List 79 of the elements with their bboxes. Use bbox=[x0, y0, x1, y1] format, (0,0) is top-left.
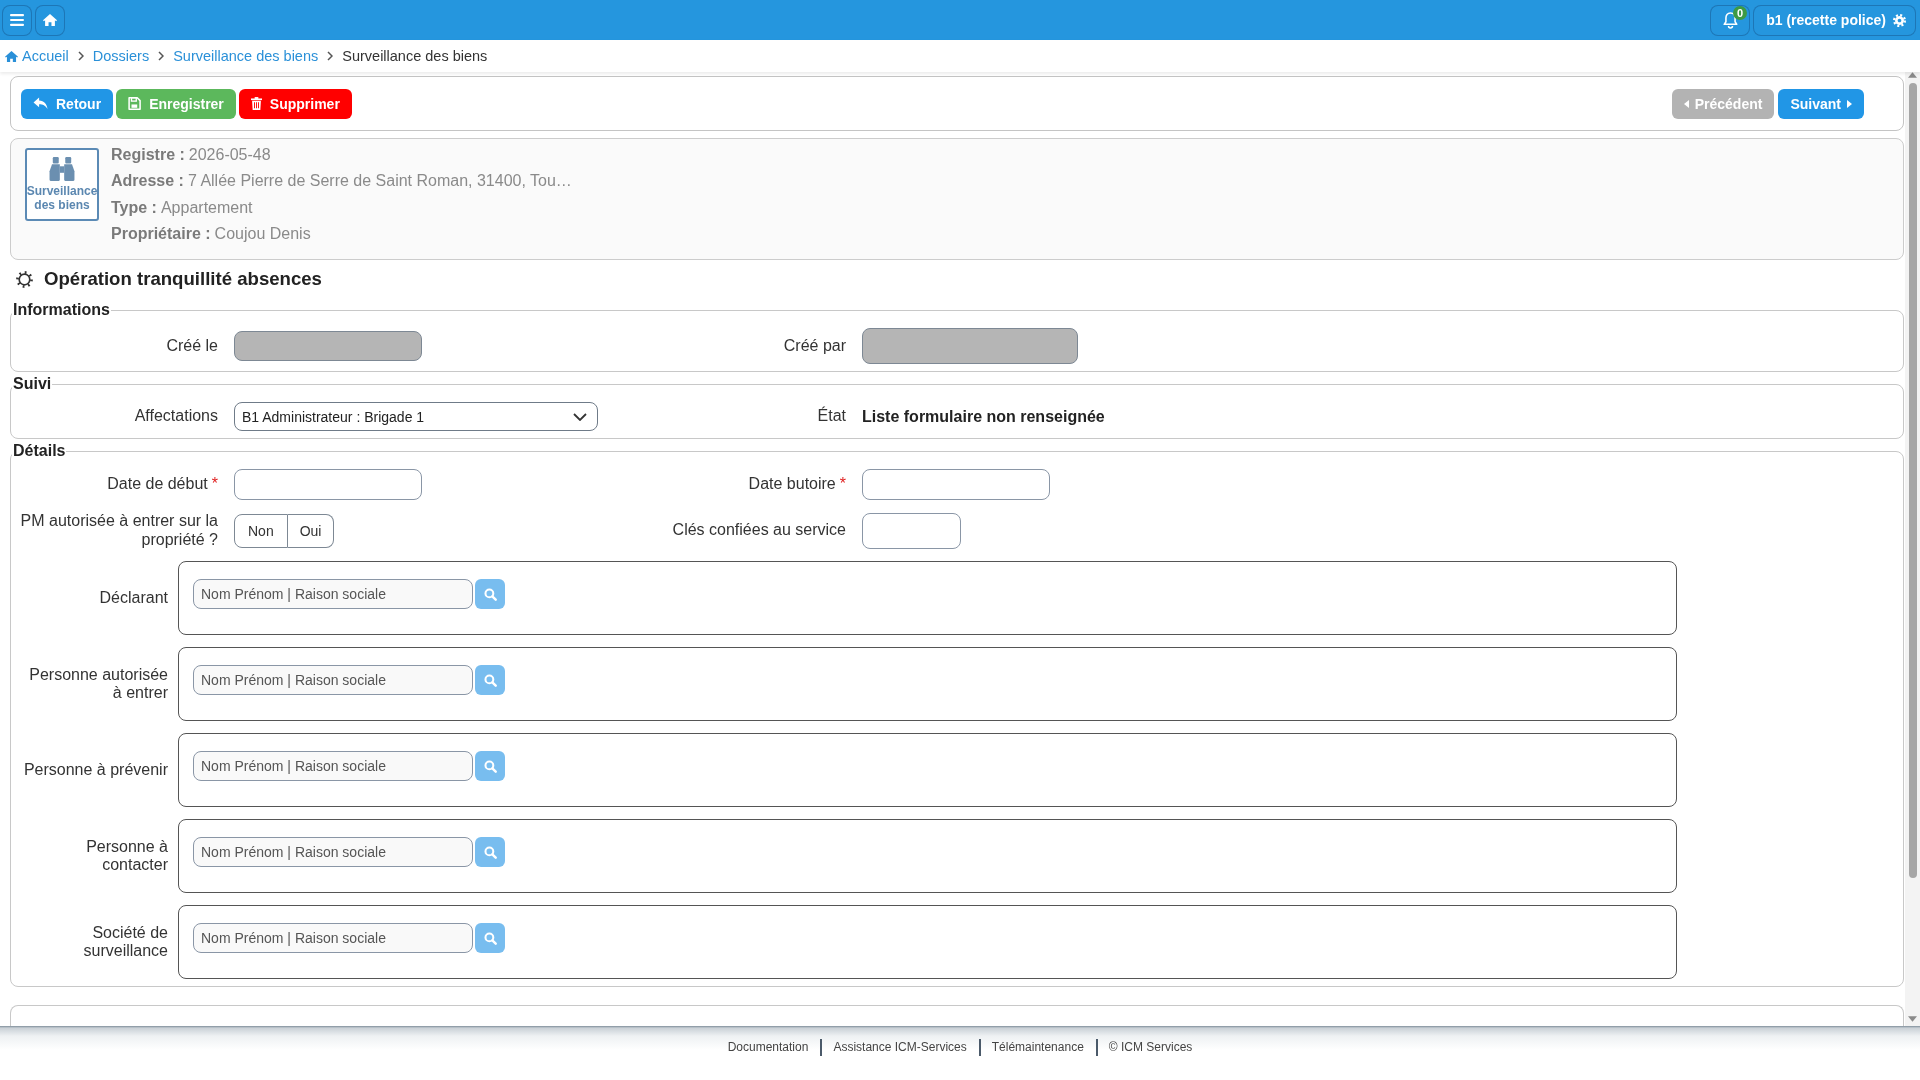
field-label: Propriétaire : bbox=[111, 225, 211, 243]
form-title: Opération tranquillité absences bbox=[44, 268, 322, 290]
reply-arrow-icon bbox=[33, 97, 48, 110]
binoculars-icon bbox=[49, 157, 75, 181]
search-button[interactable] bbox=[475, 579, 505, 609]
search-field[interactable]: Nom Prénom | Raison sociale bbox=[193, 579, 473, 609]
breadcrumb-current: Surveillance des biens bbox=[342, 48, 488, 64]
user-menu-button[interactable]: b1 (recette police) bbox=[1753, 4, 1916, 36]
record-type-label: Surveillance des biens bbox=[25, 184, 99, 212]
footer-link[interactable]: Assistance ICM-Services bbox=[833, 1039, 967, 1055]
scrollbar-thumb[interactable] bbox=[1908, 83, 1917, 878]
trash-icon bbox=[250, 97, 262, 110]
field-label: Adresse : bbox=[111, 172, 184, 190]
breadcrumb-link[interactable]: Surveillance des biens bbox=[173, 48, 319, 64]
search-icon bbox=[483, 845, 497, 859]
section-legend: Suivi bbox=[12, 375, 53, 393]
chevron-right-icon bbox=[327, 51, 334, 61]
section-legend: Informations bbox=[12, 301, 111, 319]
field-label: Personne à prévenir bbox=[22, 760, 168, 780]
field-label: Créé par bbox=[782, 336, 846, 356]
field-label: Déclarant bbox=[98, 588, 168, 608]
search-icon bbox=[483, 673, 497, 687]
dropdown[interactable]: B1 Administrateur : Brigade 1 bbox=[234, 402, 598, 431]
home-icon bbox=[5, 50, 18, 62]
menu-icon bbox=[10, 14, 24, 26]
chevron-down-icon bbox=[573, 412, 587, 421]
footer-link[interactable]: Documentation bbox=[727, 1039, 809, 1055]
gear-icon bbox=[16, 270, 33, 288]
field-label: Clés confiées au service bbox=[671, 521, 846, 540]
field-value: 2026-05-48 bbox=[188, 146, 271, 163]
footer-link[interactable]: Télémaintenance bbox=[991, 1039, 1084, 1055]
gear-icon bbox=[1893, 13, 1906, 27]
input-field[interactable] bbox=[862, 512, 961, 549]
search-button[interactable] bbox=[475, 837, 505, 867]
next-button[interactable]: Suivant bbox=[1778, 88, 1864, 119]
toggle-option[interactable]: Oui bbox=[287, 513, 335, 548]
section-legend: Détails bbox=[12, 442, 67, 460]
search-field[interactable]: Nom Prénom | Raison sociale bbox=[193, 665, 473, 695]
home-icon bbox=[43, 14, 57, 26]
field-label: Registre : bbox=[111, 146, 185, 163]
input-field[interactable] bbox=[234, 469, 422, 500]
field-label: Date butoire * bbox=[747, 475, 846, 494]
save-button[interactable]: Enregistrer bbox=[116, 88, 236, 119]
scrollbar[interactable] bbox=[1905, 72, 1920, 1026]
back-button[interactable]: Retour bbox=[21, 88, 114, 119]
chevron-right-icon bbox=[77, 51, 84, 61]
caret-right-icon bbox=[1847, 99, 1852, 108]
search-field[interactable]: Nom Prénom | Raison sociale bbox=[193, 923, 473, 953]
search-button[interactable] bbox=[475, 923, 505, 953]
search-button[interactable] bbox=[475, 751, 505, 781]
field-label: Créé le bbox=[165, 336, 218, 356]
toggle-option[interactable]: Non bbox=[234, 513, 288, 548]
search-icon bbox=[483, 931, 497, 945]
status-text: Liste formulaire non renseignée bbox=[862, 407, 1105, 425]
field-label: Société de surveillance bbox=[82, 923, 168, 961]
search-icon bbox=[483, 587, 497, 601]
field-label: Affectations bbox=[133, 407, 218, 426]
field-label: Date de début * bbox=[106, 475, 218, 494]
menu-button[interactable] bbox=[2, 4, 32, 36]
search-field[interactable]: Nom Prénom | Raison sociale bbox=[193, 751, 473, 781]
field-label: État bbox=[816, 407, 846, 426]
bell-icon bbox=[1722, 11, 1738, 29]
chevron-right-icon bbox=[158, 51, 165, 61]
search-button[interactable] bbox=[475, 665, 505, 695]
search-icon bbox=[483, 759, 497, 773]
notifications-button[interactable] bbox=[1710, 4, 1751, 36]
field-label: PM autorisée à entrer sur la propriété ? bbox=[19, 512, 218, 549]
search-field[interactable]: Nom Prénom | Raison sociale bbox=[193, 837, 473, 867]
breadcrumb-link[interactable]: Dossiers bbox=[92, 48, 150, 64]
field-label: Type : bbox=[111, 198, 157, 216]
breadcrumb-link[interactable]: Accueil bbox=[5, 48, 69, 64]
field-value: Appartement bbox=[160, 198, 253, 216]
field-label: Personne autorisée à entrer bbox=[28, 665, 168, 703]
field-label: Personne à contacter bbox=[85, 837, 168, 875]
caret-left-icon bbox=[1683, 99, 1689, 108]
home-button[interactable] bbox=[35, 4, 65, 36]
input-field[interactable] bbox=[862, 469, 1050, 500]
delete-button[interactable]: Supprimer bbox=[238, 88, 352, 119]
footer-link[interactable]: © ICM Services bbox=[1108, 1039, 1193, 1055]
